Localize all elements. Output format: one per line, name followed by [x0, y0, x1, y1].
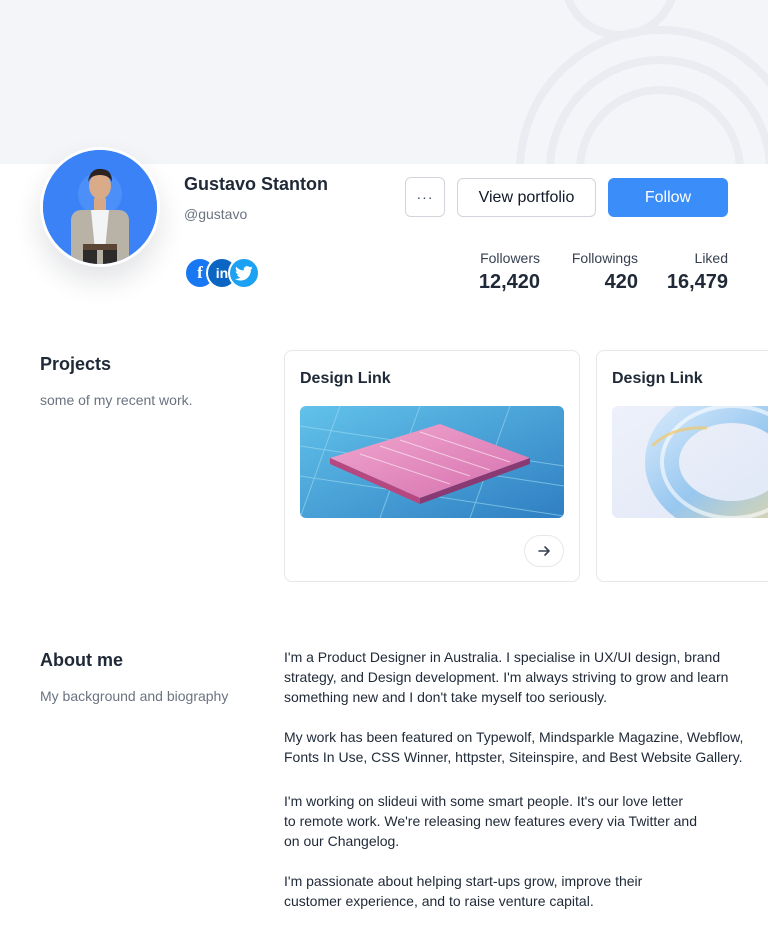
projects-title: Projects: [40, 354, 112, 374]
cover-decoration: [516, 0, 768, 164]
stat-followers-label: Followers: [480, 250, 540, 266]
avatar: [40, 147, 160, 267]
profile-handle: @gustavo: [184, 206, 248, 222]
glass-torus-render: [612, 406, 768, 518]
cover-banner: [0, 0, 768, 164]
ellipsis-icon: ···: [416, 189, 434, 205]
project-card-title: Design Link: [300, 370, 391, 387]
social-links: f in: [184, 257, 264, 289]
project-card-image[interactable]: [300, 406, 564, 518]
projects-subtitle: some of my recent work.: [40, 392, 193, 408]
project-card-title: Design Link: [612, 370, 703, 387]
twitter-icon[interactable]: [228, 257, 260, 289]
follow-button[interactable]: Follow: [608, 178, 728, 217]
stat-followers-value: 12,420: [478, 271, 540, 293]
stat-liked-label: Liked: [694, 250, 728, 266]
about-title: About me: [40, 650, 123, 670]
project-card-arrow-button[interactable]: [524, 535, 564, 567]
view-portfolio-button[interactable]: View portfolio: [457, 178, 596, 217]
twitter-bird-glyph: [235, 265, 253, 280]
about-paragraph: I'm passionate about helping start-ups g…: [284, 873, 643, 909]
about-paragraph: I'm a Product Designer in Australia. I s…: [284, 649, 729, 705]
about-paragraph: My work has been featured on Typewolf, M…: [284, 729, 744, 765]
about-paragraph: I'm working on slideui with some smart p…: [284, 793, 698, 849]
circuit-board-render: [300, 406, 564, 518]
project-card-image[interactable]: [612, 406, 768, 518]
avatar-portrait-image: [43, 150, 157, 264]
more-options-button[interactable]: ···: [405, 177, 445, 217]
project-card[interactable]: Design Link: [596, 350, 768, 582]
project-card[interactable]: Design Link: [284, 350, 580, 582]
arrow-right-icon: [538, 546, 550, 556]
stat-liked-value: 16,479: [666, 271, 728, 293]
stat-followings-label: Followings: [571, 250, 638, 266]
about-subtitle: My background and biography: [40, 688, 229, 704]
profile-name: Gustavo Stanton: [184, 174, 329, 194]
stat-followings-value: 420: [604, 271, 638, 293]
